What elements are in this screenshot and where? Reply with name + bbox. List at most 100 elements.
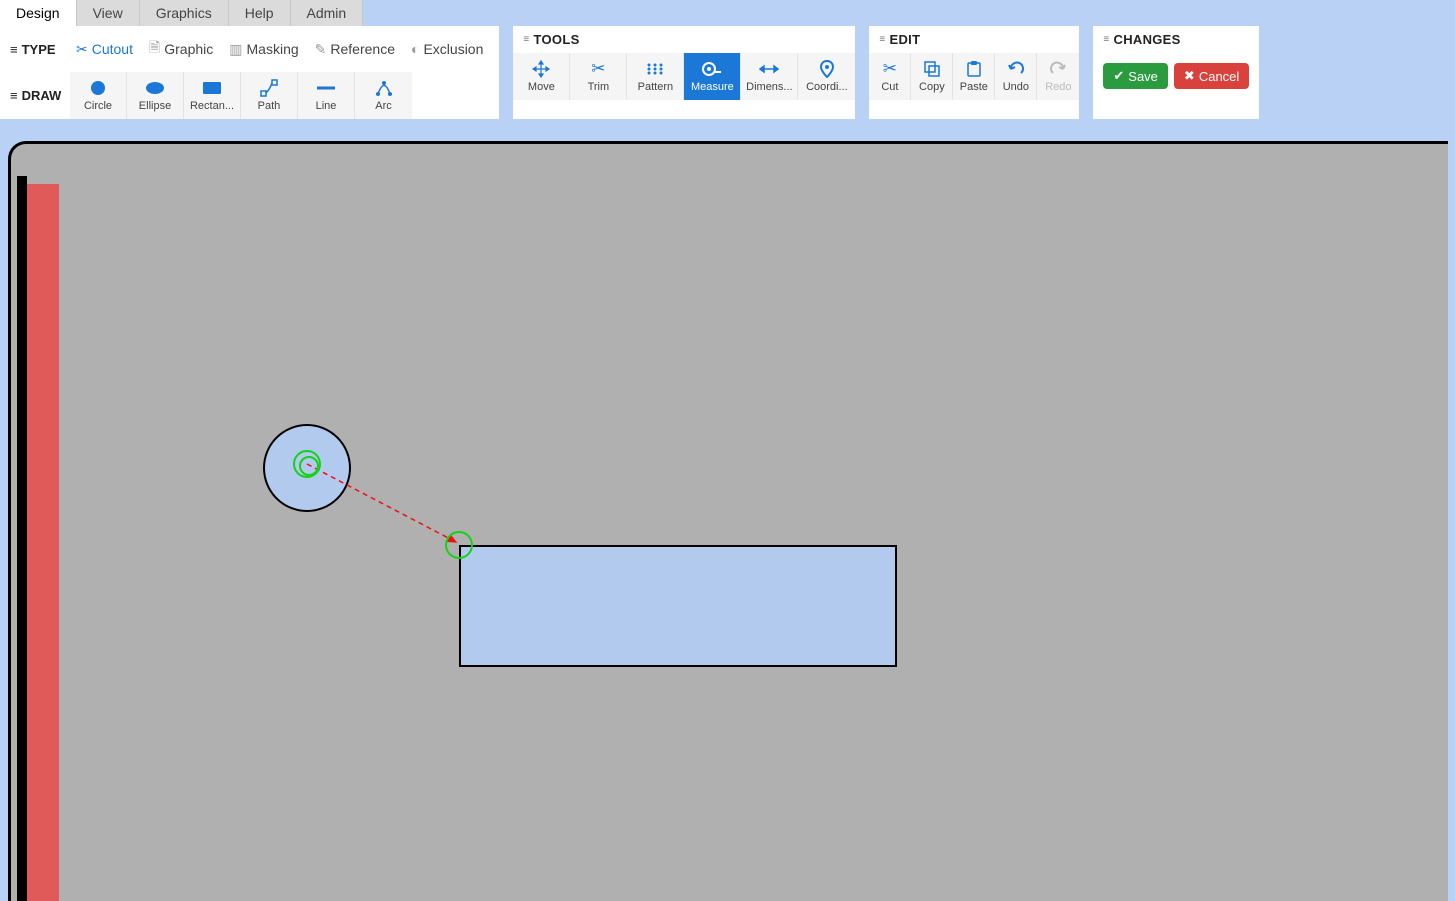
edit-label-text: EDIT <box>890 32 921 47</box>
draw-arc-label: Arc <box>375 100 392 112</box>
tool-trim-label: Trim <box>588 81 610 93</box>
type-graphic[interactable]: 🗎 Graphic <box>143 31 219 67</box>
grid-icon <box>646 60 664 78</box>
edit-paste-button[interactable]: Paste <box>953 53 995 100</box>
draw-rectangle-label: Rectan... <box>190 100 234 112</box>
type-exclusion-label: Exclusion <box>423 41 483 57</box>
edit-redo-label: Redo <box>1045 81 1071 93</box>
tab-admin[interactable]: Admin <box>291 0 364 26</box>
draw-label-text: DRAW <box>22 88 62 103</box>
draw-line-button[interactable]: Line <box>298 72 355 119</box>
type-masking[interactable]: ▥ Masking <box>223 31 304 67</box>
toolbar: ≡ TYPE ✂ Cutout 🗎 Graphic ▥ Masking ✎ <box>0 26 1455 119</box>
edit-redo-button[interactable]: Redo <box>1037 53 1079 100</box>
draw-arc-button[interactable]: Arc <box>355 72 412 119</box>
tool-pattern-button[interactable]: Pattern <box>627 53 684 100</box>
check-icon: ✔ <box>1113 68 1124 84</box>
file-icon: 🗎 <box>149 37 160 61</box>
tools-label-text: TOOLS <box>534 32 580 47</box>
tab-graphics[interactable]: Graphics <box>140 0 229 26</box>
tool-measure-label: Measure <box>691 81 734 93</box>
type-graphic-label: Graphic <box>164 41 213 57</box>
tool-move-button[interactable]: Move <box>513 53 570 100</box>
tool-coordinate-label: Coordi... <box>806 81 848 93</box>
close-icon: ✖ <box>1184 68 1195 84</box>
section-tools: ≡ TOOLS Move ✂ Trim Pattern Measure D <box>513 26 869 119</box>
cancel-button-label: Cancel <box>1199 69 1239 84</box>
type-masking-label: Masking <box>247 41 299 57</box>
path-icon <box>260 79 278 97</box>
tab-help[interactable]: Help <box>229 0 291 26</box>
grip-icon: ≡ <box>879 34 885 45</box>
changes-label: ≡ CHANGES <box>1093 26 1259 53</box>
edit-cut-label: Cut <box>881 81 898 93</box>
copy-icon <box>924 60 940 78</box>
tool-dimension-button[interactable]: Dimens... <box>741 53 798 100</box>
cancel-button[interactable]: ✖ Cancel <box>1174 63 1249 89</box>
tape-icon <box>702 60 722 78</box>
section-changes: ≡ CHANGES ✔ Save ✖ Cancel <box>1093 26 1259 119</box>
type-cutout-label: Cutout <box>92 41 133 57</box>
draw-label: ≡ DRAW <box>0 73 70 119</box>
tools-label: ≡ TOOLS <box>513 26 855 53</box>
undo-icon <box>1008 60 1024 78</box>
scissors-icon: ✂ <box>883 60 897 78</box>
shape-rectangle[interactable] <box>459 545 897 667</box>
type-label-text: TYPE <box>22 42 56 57</box>
redo-icon <box>1050 60 1066 78</box>
grip-icon: ≡ <box>1103 34 1109 45</box>
draw-rectangle-button[interactable]: Rectan... <box>184 72 241 119</box>
grip-icon: ≡ <box>10 42 18 57</box>
panel-edge <box>17 176 27 901</box>
type-cutout[interactable]: ✂ Cutout <box>70 31 139 67</box>
draw-ellipse-button[interactable]: Ellipse <box>127 72 184 119</box>
edit-copy-button[interactable]: Copy <box>911 53 953 100</box>
scissors-icon: ✂ <box>76 41 88 58</box>
arc-icon <box>375 79 393 97</box>
edit-cut-button[interactable]: ✂ Cut <box>869 53 911 100</box>
halfcircle-icon: ◐ <box>411 41 419 57</box>
edit-label: ≡ EDIT <box>869 26 1079 53</box>
pencil-icon: ✎ <box>315 41 327 58</box>
move-icon <box>532 60 550 78</box>
draw-ellipse-label: Ellipse <box>139 100 171 112</box>
margin-bar <box>27 184 59 901</box>
draw-path-button[interactable]: Path <box>241 72 298 119</box>
tool-dimension-label: Dimens... <box>746 81 792 93</box>
snap-marker-start <box>293 450 321 478</box>
circle-icon <box>89 79 107 97</box>
measure-overlay <box>11 144 1448 901</box>
paste-icon <box>966 60 982 78</box>
arrows-h-icon <box>759 60 779 78</box>
tool-trim-button[interactable]: ✂ Trim <box>570 53 627 100</box>
draw-path-label: Path <box>258 100 281 112</box>
tool-measure-button[interactable]: Measure <box>684 53 741 100</box>
type-reference-label: Reference <box>330 41 395 57</box>
tool-pattern-label: Pattern <box>638 81 673 93</box>
section-type-draw: ≡ TYPE ✂ Cutout 🗎 Graphic ▥ Masking ✎ <box>0 26 513 119</box>
tool-move-label: Move <box>528 81 555 93</box>
tab-design[interactable]: Design <box>0 0 77 26</box>
draw-circle-button[interactable]: Circle <box>70 72 127 119</box>
section-edit: ≡ EDIT ✂ Cut Copy Paste Undo Redo <box>869 26 1093 119</box>
menu-bar: Design View Graphics Help Admin <box>0 0 1455 26</box>
type-reference[interactable]: ✎ Reference <box>309 31 401 67</box>
design-canvas[interactable] <box>8 141 1448 901</box>
edit-undo-label: Undo <box>1003 81 1029 93</box>
snap-marker-end <box>445 531 473 559</box>
edit-paste-label: Paste <box>960 81 988 93</box>
rectangle-icon <box>202 79 222 97</box>
tool-coordinate-button[interactable]: Coordi... <box>798 53 855 100</box>
canvas-wrap <box>0 119 1455 901</box>
tab-view[interactable]: View <box>77 0 140 26</box>
type-label: ≡ TYPE <box>0 26 70 72</box>
ellipse-icon <box>145 79 165 97</box>
save-button[interactable]: ✔ Save <box>1103 63 1168 89</box>
save-button-label: Save <box>1128 69 1158 84</box>
grip-icon: ≡ <box>523 34 529 45</box>
edit-undo-button[interactable]: Undo <box>995 53 1037 100</box>
mask-icon: ▥ <box>229 41 242 58</box>
type-exclusion[interactable]: ◐ Exclusion <box>405 31 489 67</box>
changes-label-text: CHANGES <box>1114 32 1181 47</box>
line-icon <box>316 79 336 97</box>
